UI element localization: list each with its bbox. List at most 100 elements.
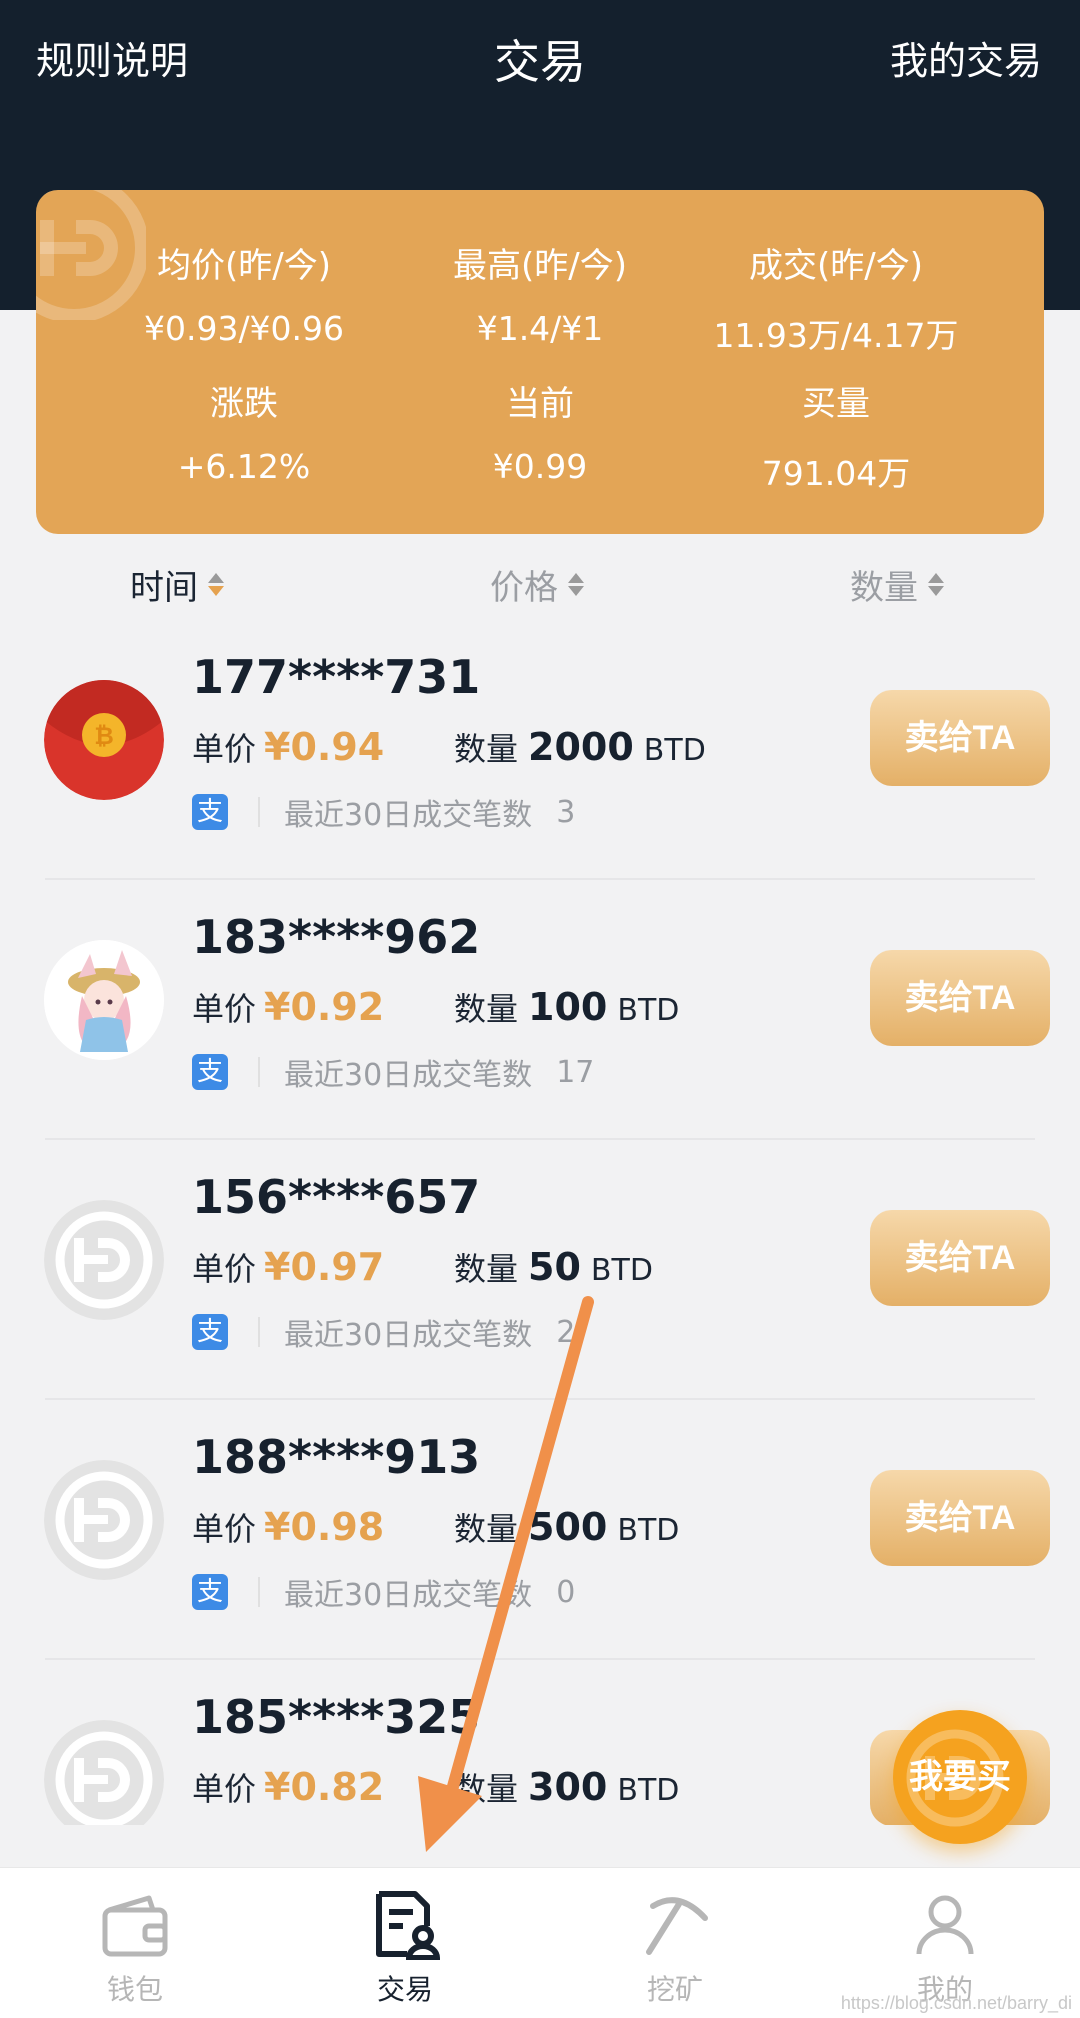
divider — [258, 797, 260, 827]
sell-to-button[interactable]: 卖给TA — [870, 1470, 1050, 1566]
sort-label: 数量 — [850, 568, 918, 608]
pickaxe-icon — [646, 1897, 708, 1955]
unit-price-value: ¥0.82 — [264, 1765, 385, 1809]
my-trades-link[interactable]: 我的交易 — [890, 30, 1042, 85]
stat-label: 成交(昨/今) — [749, 246, 923, 286]
unit-label: BTD — [643, 733, 706, 768]
unit-label: BTD — [590, 1253, 653, 1288]
order-meta: 支 最近30日成交笔数 0 — [192, 1570, 575, 1614]
quantity-value: 300 — [528, 1765, 608, 1809]
sort-by-price[interactable]: 价格 — [490, 560, 584, 609]
sell-to-button[interactable]: 卖给TA — [870, 1210, 1050, 1306]
buy-fab-button[interactable]: 我要买 — [893, 1710, 1027, 1844]
sort-label: 时间 — [130, 568, 198, 608]
order-meta: 支 最近30日成交笔数 2 — [192, 1310, 575, 1354]
tab-label: 交易 — [376, 1973, 433, 2006]
quantity-value: 100 — [528, 985, 608, 1029]
watermark-text: https://blog.csdn.net/barry_di — [840, 1993, 1072, 2013]
quantity-value: 500 — [528, 1505, 608, 1549]
buy-fab-label: 我要买 — [909, 1757, 1011, 1797]
order-meta: 支 最近30日成交笔数 17 — [192, 1050, 594, 1094]
quantity-label: 数量 — [454, 1770, 519, 1808]
order-row: 188****913 单价 ¥0.98 数量 500 BTD 支 最近30日成交… — [0, 1400, 1080, 1660]
order-row: 156****657 单价 ¥0.97 数量 50 BTD 支 最近30日成交笔… — [0, 1140, 1080, 1400]
default-logo-avatar-icon — [44, 1460, 164, 1580]
quantity-label: 数量 — [454, 1510, 519, 1548]
unit-label: BTD — [617, 1773, 680, 1808]
tab-label: 挖矿 — [646, 1973, 703, 2006]
tab-label: 钱包 — [106, 1973, 163, 2006]
stat-value: ¥0.99 — [492, 447, 588, 486]
order-meta: 支 最近30日成交笔数 3 — [192, 790, 575, 834]
unit-price-value: ¥0.94 — [264, 725, 385, 769]
stat-change: 涨跌 +6.12% — [94, 376, 394, 486]
tab-wallet[interactable]: 钱包 — [0, 1868, 270, 2018]
anime-girl-avatar-icon — [44, 940, 164, 1060]
quantity-label: 数量 — [454, 1250, 519, 1288]
divider — [258, 1057, 260, 1087]
svg-text:₿: ₿ — [94, 722, 114, 750]
sort-label: 价格 — [490, 568, 558, 608]
recent-trades-count: 0 — [556, 1574, 576, 1610]
stat-label: 均价(昨/今) — [157, 246, 331, 286]
trade-icon — [376, 1891, 441, 1961]
avatar — [44, 1200, 164, 1320]
sell-to-button[interactable]: 卖给TA — [870, 950, 1050, 1046]
quantity-value: 50 — [528, 1245, 581, 1289]
unit-price-value: ¥0.97 — [264, 1245, 385, 1289]
alipay-icon: 支 — [192, 1574, 228, 1610]
quantity-label: 数量 — [454, 990, 519, 1028]
stat-current: 当前 ¥0.99 — [390, 376, 690, 486]
sort-by-quantity[interactable]: 数量 — [850, 560, 944, 609]
divider — [258, 1577, 260, 1607]
wallet-icon — [102, 1895, 168, 1957]
unit-price-label: 单价 — [192, 1250, 257, 1288]
recent-trades-count: 2 — [556, 1314, 576, 1350]
sort-bar: 时间 价格 数量 — [0, 560, 1080, 620]
stat-label: 买量 — [802, 384, 870, 424]
unit-label: BTD — [617, 993, 680, 1028]
unit-price-value: ¥0.92 — [264, 985, 385, 1029]
unit-label: BTD — [617, 1513, 680, 1548]
sort-arrows-icon — [568, 573, 584, 596]
red-envelope-icon: ₿ — [44, 680, 164, 800]
avatar — [44, 1460, 164, 1580]
stat-label: 最高(昨/今) — [453, 246, 627, 286]
unit-price-label: 单价 — [192, 990, 257, 1028]
order-price-qty: 单价 ¥0.92 数量 100 BTD — [192, 984, 679, 1030]
order-row: ₿ 177****731 单价 ¥0.94 数量 2000 BTD 支 最近30… — [0, 620, 1080, 880]
stat-value: 791.04万 — [761, 454, 911, 493]
recent-trades-label: 最近30日成交笔数 — [284, 798, 533, 833]
sort-by-time[interactable]: 时间 — [130, 560, 224, 609]
order-list[interactable]: ₿ 177****731 单价 ¥0.94 数量 2000 BTD 支 最近30… — [0, 620, 1080, 1825]
sort-arrows-icon — [208, 573, 224, 596]
tab-trade[interactable]: 交易 — [270, 1868, 540, 2018]
alipay-icon: 支 — [192, 1054, 228, 1090]
sell-to-button[interactable]: 卖给TA — [870, 690, 1050, 786]
stat-buy-volume: 买量 791.04万 — [686, 376, 986, 495]
seller-phone: 156****657 — [192, 1170, 481, 1224]
tab-mining[interactable]: 挖矿 — [540, 1868, 810, 2018]
unit-price-label: 单价 — [192, 1770, 257, 1808]
seller-phone: 188****913 — [192, 1430, 481, 1484]
unit-price-value: ¥0.98 — [264, 1505, 385, 1549]
user-icon — [916, 1895, 974, 1955]
recent-trades-label: 最近30日成交笔数 — [284, 1318, 533, 1353]
avatar: ₿ — [44, 680, 164, 800]
stat-label: 涨跌 — [210, 384, 278, 424]
stat-value: +6.12% — [177, 447, 311, 486]
recent-trades-count: 17 — [556, 1054, 595, 1090]
recent-trades-label: 最近30日成交笔数 — [284, 1578, 533, 1613]
unit-price-label: 单价 — [192, 1510, 257, 1548]
seller-phone: 177****731 — [192, 650, 481, 704]
default-logo-avatar-icon — [44, 1720, 164, 1825]
stat-label: 当前 — [506, 384, 574, 424]
avatar — [44, 1720, 164, 1825]
stat-avg-price: 均价(昨/今) ¥0.93/¥0.96 — [94, 238, 394, 348]
bottom-tab-bar: 钱包 交易 挖矿 我的 https://blog.csdn.net/barry_… — [0, 1867, 1080, 2018]
stat-value: ¥1.4/¥1 — [476, 309, 604, 348]
default-logo-avatar-icon — [44, 1200, 164, 1320]
order-price-qty: 单价 ¥0.97 数量 50 BTD — [192, 1244, 653, 1290]
market-stats-card: 均价(昨/今) ¥0.93/¥0.96 最高(昨/今) ¥1.4/¥1 成交(昨… — [36, 190, 1044, 534]
stat-value: 11.93万/4.17万 — [713, 316, 959, 355]
